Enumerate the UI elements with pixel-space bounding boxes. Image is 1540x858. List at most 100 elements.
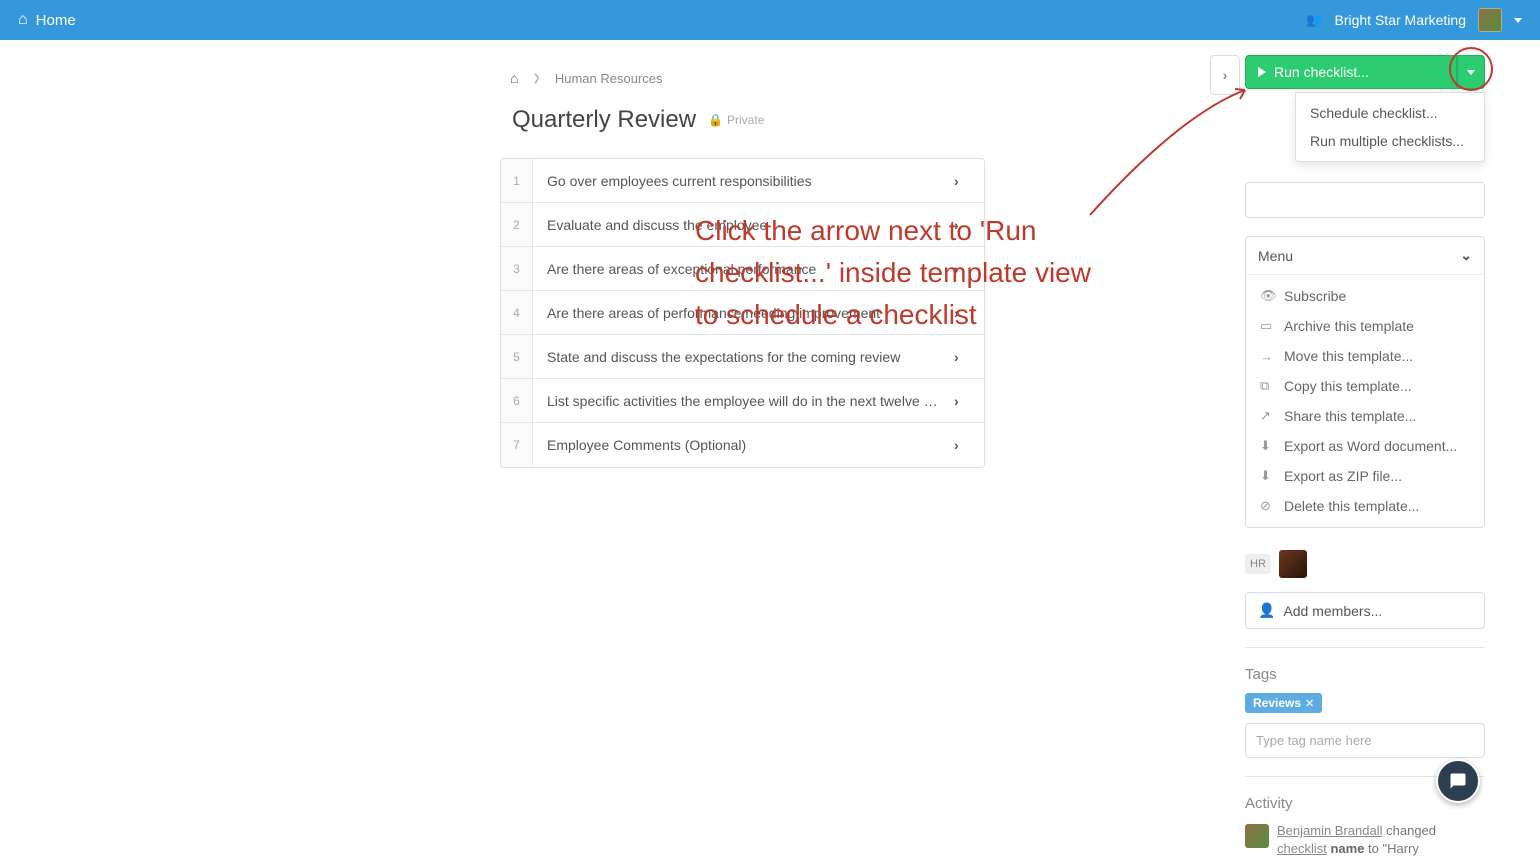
caret-down-icon <box>1467 70 1475 75</box>
chevron-right-icon: › <box>1223 67 1228 83</box>
chevron-right-icon: › <box>954 393 984 409</box>
add-members-label: Add members... <box>1283 603 1382 619</box>
activity-user[interactable]: Benjamin Brandall <box>1277 823 1383 838</box>
arrow-right-icon: → <box>1260 349 1274 364</box>
activity-item: Benjamin Brandall changed checklist name… <box>1245 822 1485 858</box>
topbar-right: 👥 Bright Star Marketing <box>1306 8 1522 32</box>
list-item[interactable]: 7Employee Comments (Optional)› <box>501 423 984 467</box>
activity-object[interactable]: checklist <box>1277 841 1327 856</box>
row-text: Evaluate and discuss the employee <box>533 217 954 233</box>
chevron-right-icon: ❯ <box>532 73 540 84</box>
tag-remove-icon[interactable]: ✕ <box>1305 697 1314 710</box>
activity-verb: changed <box>1383 823 1437 838</box>
menu-item-label: Export as ZIP file... <box>1284 468 1402 484</box>
run-checklist-button[interactable]: Run checklist... <box>1245 55 1457 89</box>
row-number: 5 <box>501 335 533 378</box>
share-icon: ↗ <box>1260 408 1274 424</box>
divider <box>1245 647 1485 648</box>
export-word-item[interactable]: ⬇Export as Word document... <box>1246 431 1484 461</box>
share-item[interactable]: ↗Share this template... <box>1246 401 1484 431</box>
chat-icon <box>1449 772 1467 790</box>
page-title: Quarterly Review <box>512 106 696 134</box>
row-number: 6 <box>501 379 533 422</box>
row-number: 7 <box>501 423 533 467</box>
menu-item-label: Subscribe <box>1284 288 1346 304</box>
download-icon: ⬇ <box>1260 438 1274 454</box>
chevron-right-icon: › <box>954 261 984 277</box>
group-icon: 👥 <box>1306 12 1322 28</box>
archive-item[interactable]: ▭ Archive this template <box>1246 311 1484 341</box>
home-icon: ⌂ <box>18 11 28 29</box>
collapse-sidebar-handle[interactable]: › <box>1210 55 1240 95</box>
list-item[interactable]: 4Are there areas of performance needing … <box>501 291 984 335</box>
row-text: Go over employees current responsibiliti… <box>533 173 954 189</box>
copy-icon: ⧉ <box>1260 378 1274 394</box>
org-name[interactable]: Bright Star Marketing <box>1335 12 1467 28</box>
breadcrumb-folder[interactable]: Human Resources <box>555 71 663 86</box>
download-icon: ⬇ <box>1260 468 1274 484</box>
chevron-right-icon: › <box>954 349 984 365</box>
lock-icon: 🔒 <box>708 113 723 127</box>
schedule-checklist-item[interactable]: Schedule checklist... <box>1296 99 1484 127</box>
eye-icon: 👁 <box>1260 288 1274 304</box>
activity-text: Benjamin Brandall changed checklist name… <box>1277 822 1485 858</box>
row-number: 2 <box>501 203 533 246</box>
sidebar: Run checklist... Schedule checklist... R… <box>1245 55 1485 858</box>
menu-panel: Menu ⌄ 👁 Subscribe ▭ Archive this template… <box>1245 236 1485 528</box>
menu-header[interactable]: Menu ⌄ <box>1246 237 1484 275</box>
run-multiple-item[interactable]: Run multiple checklists... <box>1296 127 1484 155</box>
row-text: Employee Comments (Optional) <box>533 437 954 453</box>
subscribe-item[interactable]: 👁 Subscribe <box>1246 281 1484 311</box>
topbar: ⌂ Home 👥 Bright Star Marketing <box>0 0 1540 40</box>
delete-icon: ⊘ <box>1260 498 1274 514</box>
edit-template-button[interactable] <box>1245 182 1485 218</box>
row-text: List specific activities the employee wi… <box>533 393 954 409</box>
home-link[interactable]: ⌂ Home <box>18 11 76 29</box>
user-menu-caret-icon[interactable] <box>1514 18 1522 23</box>
menu-item-label: Move this template... <box>1284 348 1413 364</box>
move-item[interactable]: → Move this template... <box>1246 341 1484 371</box>
tag-text: Reviews <box>1253 696 1301 710</box>
copy-item[interactable]: ⧉ Copy this template... <box>1246 371 1484 401</box>
row-number: 4 <box>501 291 533 334</box>
row-text: Are there areas of performance needing i… <box>533 305 954 321</box>
activity-avatar <box>1245 824 1269 848</box>
list-item[interactable]: 1Go over employees current responsibilit… <box>501 159 984 203</box>
row-number: 3 <box>501 247 533 290</box>
tag-badge[interactable]: Reviews ✕ <box>1245 693 1322 713</box>
avatar[interactable] <box>1478 8 1502 32</box>
members-row: HR <box>1245 550 1485 578</box>
privacy-badge: 🔒 Private <box>708 113 764 127</box>
archive-icon: ▭ <box>1260 318 1274 334</box>
chevron-right-icon: › <box>954 437 984 453</box>
menu-item-label: Delete this template... <box>1284 498 1419 514</box>
member-badge[interactable]: HR <box>1245 554 1271 574</box>
tags-label: Tags <box>1245 666 1485 683</box>
tag-input[interactable]: Type tag name here <box>1245 723 1485 758</box>
export-zip-item[interactable]: ⬇ Export as ZIP file... <box>1246 461 1484 491</box>
member-avatar[interactable] <box>1279 550 1307 578</box>
menu-item-label: Copy this template... <box>1284 378 1412 394</box>
home-label: Home <box>36 12 76 29</box>
menu-header-label: Menu <box>1258 248 1293 264</box>
user-icon: 👤 <box>1258 602 1275 619</box>
list-item[interactable]: 5State and discuss the expectations for … <box>501 335 984 379</box>
list-item[interactable]: 3Are there areas of exceptional performa… <box>501 247 984 291</box>
checklist: 1Go over employees current responsibilit… <box>500 158 985 468</box>
menu-list: 👁 Subscribe ▭ Archive this template → Move … <box>1246 275 1484 527</box>
menu-item-label: Archive this template <box>1284 318 1414 334</box>
run-dropdown-menu: Schedule checklist... Run multiple check… <box>1295 92 1485 162</box>
privacy-label: Private <box>727 113 764 127</box>
list-item[interactable]: 2Evaluate and discuss the employee› <box>501 203 984 247</box>
delete-item[interactable]: ⊘ Delete this template... <box>1246 491 1484 521</box>
play-icon <box>1258 67 1266 77</box>
run-label: Run checklist... <box>1274 64 1369 80</box>
help-fab[interactable] <box>1436 759 1480 803</box>
row-number: 1 <box>501 159 533 202</box>
run-dropdown-toggle[interactable] <box>1457 55 1485 89</box>
add-members-button[interactable]: 👤 Add members... <box>1245 592 1485 629</box>
breadcrumb-home-icon[interactable]: ⌂ <box>510 70 518 86</box>
row-text: Are there areas of exceptional performan… <box>533 261 954 277</box>
list-item[interactable]: 6List specific activities the employee w… <box>501 379 984 423</box>
chevron-right-icon: › <box>954 305 984 321</box>
